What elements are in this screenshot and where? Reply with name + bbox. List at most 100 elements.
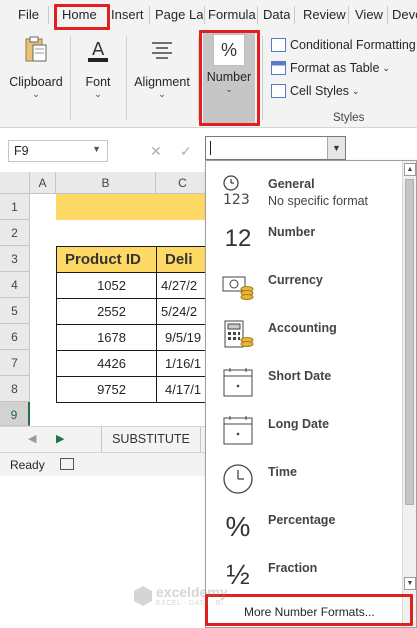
watermark-name: exceldemy [156, 584, 228, 600]
date-cell[interactable]: 9/5/19 [156, 325, 212, 351]
date-cell[interactable]: 5/24/2 [156, 299, 212, 325]
select-all-corner[interactable] [0, 172, 30, 194]
chevron-down-icon: ⌄ [382, 62, 390, 73]
tab-separator [257, 6, 258, 24]
scroll-down-icon[interactable]: ▼ [404, 577, 416, 590]
row-header[interactable]: 2 [0, 220, 30, 246]
accounting-icon [224, 320, 254, 348]
product-id-cell[interactable]: 1052 [56, 273, 157, 299]
font-icon: A [88, 39, 108, 62]
alignment-group[interactable]: Alignment ⌄ [131, 34, 193, 100]
scroll-up-icon[interactable]: ▲ [404, 163, 416, 176]
svg-text:123: 123 [223, 192, 250, 208]
row-header-selected[interactable]: 9 [0, 402, 30, 426]
watermark-tagline: EXCEL · DATA · BI [156, 600, 224, 607]
column-header-b[interactable]: B [56, 172, 156, 194]
tab-review[interactable]: Review [303, 7, 346, 22]
chevron-down-icon: ⌄ [94, 89, 102, 99]
tab-developer[interactable]: Deve [392, 7, 417, 22]
group-separator [262, 36, 263, 120]
font-group[interactable]: A Font ⌄ [76, 34, 120, 100]
status-ready-text: Ready [10, 458, 45, 472]
enter-icon[interactable]: ✓ [180, 143, 192, 160]
cell-styles-icon [271, 84, 286, 98]
format-percentage-label: Percentage [268, 513, 336, 527]
date-cell[interactable]: 4/17/1 [156, 377, 212, 403]
chevron-down-icon: ⌄ [352, 85, 360, 96]
alignment-label: Alignment [134, 75, 190, 89]
format-short-date[interactable]: Short Date [206, 359, 400, 407]
table-icon [271, 61, 286, 75]
row-header[interactable]: 8 [0, 376, 30, 402]
format-general-label: General [268, 177, 315, 191]
sheet-prev-icon[interactable]: ◀ [28, 432, 36, 445]
format-percentage[interactable]: % Percentage [206, 503, 400, 551]
tab-formulas[interactable]: Formula [208, 7, 256, 22]
row-header[interactable]: 1 [0, 194, 30, 220]
clock-123-icon: 123 [223, 175, 250, 208]
status-bar: Ready [0, 452, 210, 476]
format-short-date-label: Short Date [268, 369, 332, 383]
dropdown-scrollbar[interactable]: ▲ ▼ [402, 161, 416, 627]
scrollbar-thumb[interactable] [405, 179, 414, 505]
accessibility-icon[interactable] [60, 458, 74, 470]
number-format-dropdown: 123 General No specific format 12 Number… [205, 160, 417, 628]
row-header[interactable]: 5 [0, 298, 30, 324]
tab-separator [204, 6, 205, 24]
chevron-down-icon: ⌄ [158, 89, 166, 99]
format-as-table-label: Format as Table [290, 61, 380, 75]
tab-separator [149, 6, 150, 24]
format-time[interactable]: Time [206, 455, 400, 503]
group-separator [70, 36, 71, 120]
row-header[interactable]: 6 [0, 324, 30, 350]
chevron-down-icon[interactable]: ▼ [92, 144, 101, 154]
font-label: Font [85, 75, 111, 89]
tab-data[interactable]: Data [263, 7, 290, 22]
cancel-icon[interactable]: ✕ [150, 143, 162, 160]
tab-insert[interactable]: Insert [111, 7, 144, 22]
sheet-next-icon[interactable]: ▶ [56, 432, 64, 445]
tab-file[interactable]: File [18, 7, 39, 22]
format-general-description: No specific format [268, 194, 369, 208]
format-accounting-label: Accounting [268, 321, 337, 335]
tab-separator [348, 6, 349, 24]
column-header-c[interactable]: C [156, 172, 210, 194]
format-long-date[interactable]: Long Date [206, 407, 400, 455]
cell-styles-button[interactable]: Cell Styles ⌄ [271, 84, 360, 98]
format-general[interactable]: 123 General No specific format [206, 167, 400, 215]
column-header-a[interactable]: A [30, 172, 56, 194]
tab-page-layout[interactable]: Page La [155, 7, 203, 22]
date-cell[interactable]: 4/27/2 [156, 273, 212, 299]
product-id-cell[interactable]: 1678 [56, 325, 157, 351]
chevron-down-icon[interactable]: ▼ [327, 137, 345, 159]
row-header[interactable]: 7 [0, 350, 30, 376]
row-header[interactable]: 4 [0, 272, 30, 298]
clipboard-icon [25, 36, 47, 62]
format-number[interactable]: 12 Number [206, 215, 400, 263]
row-header[interactable]: 3 [0, 246, 30, 272]
chevron-down-icon: ⌄ [32, 89, 40, 99]
format-currency[interactable]: Currency [206, 263, 400, 311]
sheet-tab-substitute[interactable]: SUBSTITUTE [101, 427, 201, 452]
product-id-cell[interactable]: 9752 [56, 377, 157, 403]
number-group-highlight [199, 30, 260, 126]
date-cell[interactable]: 1/16/1 [156, 351, 212, 377]
conditional-formatting-button[interactable]: Conditional Formatting [271, 38, 416, 52]
conditional-formatting-icon [271, 38, 286, 52]
clipboard-group[interactable]: Clipboard ⌄ [8, 34, 64, 100]
header-product-id[interactable]: Product ID [56, 246, 157, 273]
format-fraction-label: Fraction [268, 561, 318, 575]
format-accounting[interactable]: Accounting [206, 311, 400, 359]
tab-view[interactable]: View [355, 7, 383, 22]
name-box[interactable]: F9 ▼ [8, 140, 108, 162]
format-time-label: Time [268, 465, 297, 479]
svg-text:A: A [92, 39, 105, 60]
product-id-cell[interactable]: 4426 [56, 351, 157, 377]
number-format-combobox[interactable]: ▼ [205, 136, 346, 160]
clipboard-label: Clipboard [9, 75, 63, 89]
header-delivery[interactable]: Deli [156, 246, 212, 273]
product-id-cell[interactable]: 2552 [56, 299, 157, 325]
format-as-table-button[interactable]: Format as Table ⌄ [271, 61, 390, 75]
title-band[interactable] [56, 194, 210, 220]
worksheet-grid[interactable]: A B C 1 2 3 4 5 6 7 8 9 Product ID Deli … [0, 172, 212, 426]
